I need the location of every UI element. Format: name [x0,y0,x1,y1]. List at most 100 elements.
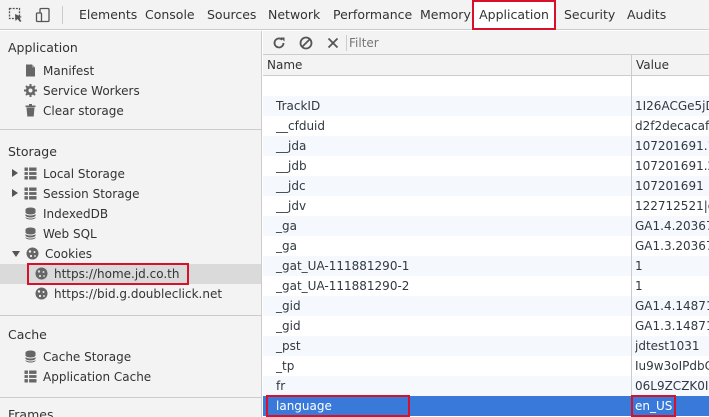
cookie-name-cell: __cfduid [276,119,325,133]
sidebar-item-label: IndexedDB [43,207,109,221]
table-row[interactable]: _ga GA1.4.2036794 [263,216,709,236]
cookie-value-cell: 1I26ACGe5jDr [635,99,709,113]
cookie-icon [26,247,39,260]
sidebar-item-cookie-doubleclick[interactable]: https://bid.g.doubleclick.net [35,284,222,304]
cookie-value-cell: 06L9ZCZK0IxZ [635,379,709,393]
document-icon [26,64,35,77]
table-row[interactable]: _ga GA1.3.2036794 [263,236,709,256]
column-divider[interactable] [631,55,632,417]
expand-arrow-icon[interactable] [12,169,18,177]
sidebar-item-session-storage[interactable]: Session Storage [12,184,140,204]
column-header-name[interactable]: Name [263,55,302,76]
cookie-name-cell: __jda [276,139,307,153]
table-row[interactable]: TrackID 1I26ACGe5jDr [263,96,709,116]
filter-input[interactable] [349,34,709,52]
sidebar-item-label: Cache Storage [43,350,132,364]
sidebar-item-cookies[interactable]: Cookies [12,244,92,264]
table-header: Name Value [263,55,709,76]
database-icon [25,350,36,363]
section-header-frames: Frames [8,407,54,417]
section-header-cache: Cache [8,327,47,342]
table-row[interactable]: _gat_UA-111881290-2 1 [263,276,709,296]
sidebar-item-label: Web SQL [43,227,97,241]
sidebar-item-manifest[interactable]: Manifest [24,61,94,81]
clear-all-icon[interactable] [298,35,314,51]
tab-performance[interactable]: Performance [333,0,412,30]
column-header-value[interactable]: Value [632,55,669,76]
cookie-value-cell: 122712521|dir [635,199,709,213]
database-icon [25,227,36,240]
cookie-name-cell: _ga [276,239,297,253]
sidebar-item-label: Local Storage [43,167,125,181]
tab-sources[interactable]: Sources [207,0,256,30]
sidebar-item-label: Manifest [43,64,95,78]
table-row[interactable] [263,76,709,96]
sidebar-item-service-workers[interactable]: Service Workers [24,81,140,101]
cookie-name-cell: _gat_UA-111881290-1 [276,259,410,273]
table-row[interactable]: __jda 107201691.15 [263,136,709,156]
cookie-name-cell: _gid [276,319,301,333]
sidebar-item-label: Clear storage [43,104,124,118]
table-row[interactable]: _pst jdtest1031 [263,336,709,356]
table-row[interactable]: language en_US [263,396,709,416]
table-row[interactable]: _gat_UA-111881290-1 1 [263,256,709,276]
expand-arrow-icon[interactable] [12,189,18,197]
sidebar-divider [0,315,261,316]
refresh-icon[interactable] [271,35,287,51]
delete-selected-icon[interactable] [325,35,341,51]
application-sidebar: Application Manifest Service Workers Cle… [0,31,262,417]
table-row[interactable]: _gid GA1.3.148717 [263,316,709,336]
cookie-icon [35,267,48,280]
collapse-arrow-icon[interactable] [12,251,20,257]
cookie-value-cell: jdtest1031 [635,339,700,353]
table-row[interactable]: __cfduid d2f2decacaf9f [263,116,709,136]
trash-icon [25,104,36,117]
cookie-value-cell: GA1.3.148717 [635,319,709,333]
section-header-application: Application [8,40,78,55]
cookie-name-cell: TrackID [276,99,321,113]
tab-application[interactable]: Application [474,0,554,30]
table-row[interactable]: _gid GA1.4.148717 [263,296,709,316]
cookie-name-cell: _gid [276,299,301,313]
sidebar-divider [0,129,261,130]
toolbar-separator [62,6,63,24]
sidebar-item-label: Cookies [45,247,92,261]
grid-icon [24,370,37,383]
sidebar-item-label: Session Storage [43,187,140,201]
cookie-name-cell: _gat_UA-111881290-2 [276,279,410,293]
sidebar-item-label: Application Cache [43,370,152,384]
sidebar-item-local-storage[interactable]: Local Storage [12,164,125,184]
cookie-value-cell: GA1.3.2036794 [635,239,709,253]
inspect-element-icon[interactable] [8,7,24,23]
cookie-value-cell: d2f2decacaf9f [635,119,709,133]
cookie-value-cell: Iu9w3oIPdbC1 [635,359,709,373]
tab-security[interactable]: Security [564,0,615,30]
table-row[interactable]: __jdc 107201691 [263,176,709,196]
cookie-value-cell: 1 [635,279,643,293]
sidebar-item-label: https://bid.g.doubleclick.net [54,287,223,301]
sidebar-item-cookie-home-jd[interactable]: https://home.jd.co.th [35,264,179,284]
table-row[interactable]: __jdv 122712521|dir [263,196,709,216]
section-header-storage: Storage [8,144,57,159]
device-toolbar-icon[interactable] [35,7,51,23]
cookie-name-cell: _ga [276,219,297,233]
table-row[interactable]: __jdb 107201691.2.1 [263,156,709,176]
table-row[interactable]: fr 06L9ZCZK0IxZ [263,376,709,396]
tab-memory[interactable]: Memory [420,0,471,30]
sidebar-item-indexeddb[interactable]: IndexedDB [24,204,108,224]
tab-elements[interactable]: Elements [79,0,137,30]
sidebar-item-label: https://home.jd.co.th [54,267,180,281]
cookie-value-cell: GA1.4.148717 [635,299,709,313]
cookie-value-cell: 107201691.2.1 [635,159,709,173]
tab-audits[interactable]: Audits [627,0,666,30]
cookies-panel: Name Value TrackID 1I26ACGe5jDr __cfduid d2… [263,31,709,417]
sidebar-item-cache-storage[interactable]: Cache Storage [24,347,131,367]
tab-console[interactable]: Console [145,0,195,30]
cookie-name-cell: __jdb [276,159,307,173]
sidebar-item-clear-storage[interactable]: Clear storage [24,101,124,121]
tab-network[interactable]: Network [268,0,320,30]
sidebar-item-application-cache[interactable]: Application Cache [24,367,151,387]
sidebar-item-web-sql[interactable]: Web SQL [24,224,97,244]
database-icon [25,207,36,220]
table-row[interactable]: _tp Iu9w3oIPdbC1 [263,356,709,376]
